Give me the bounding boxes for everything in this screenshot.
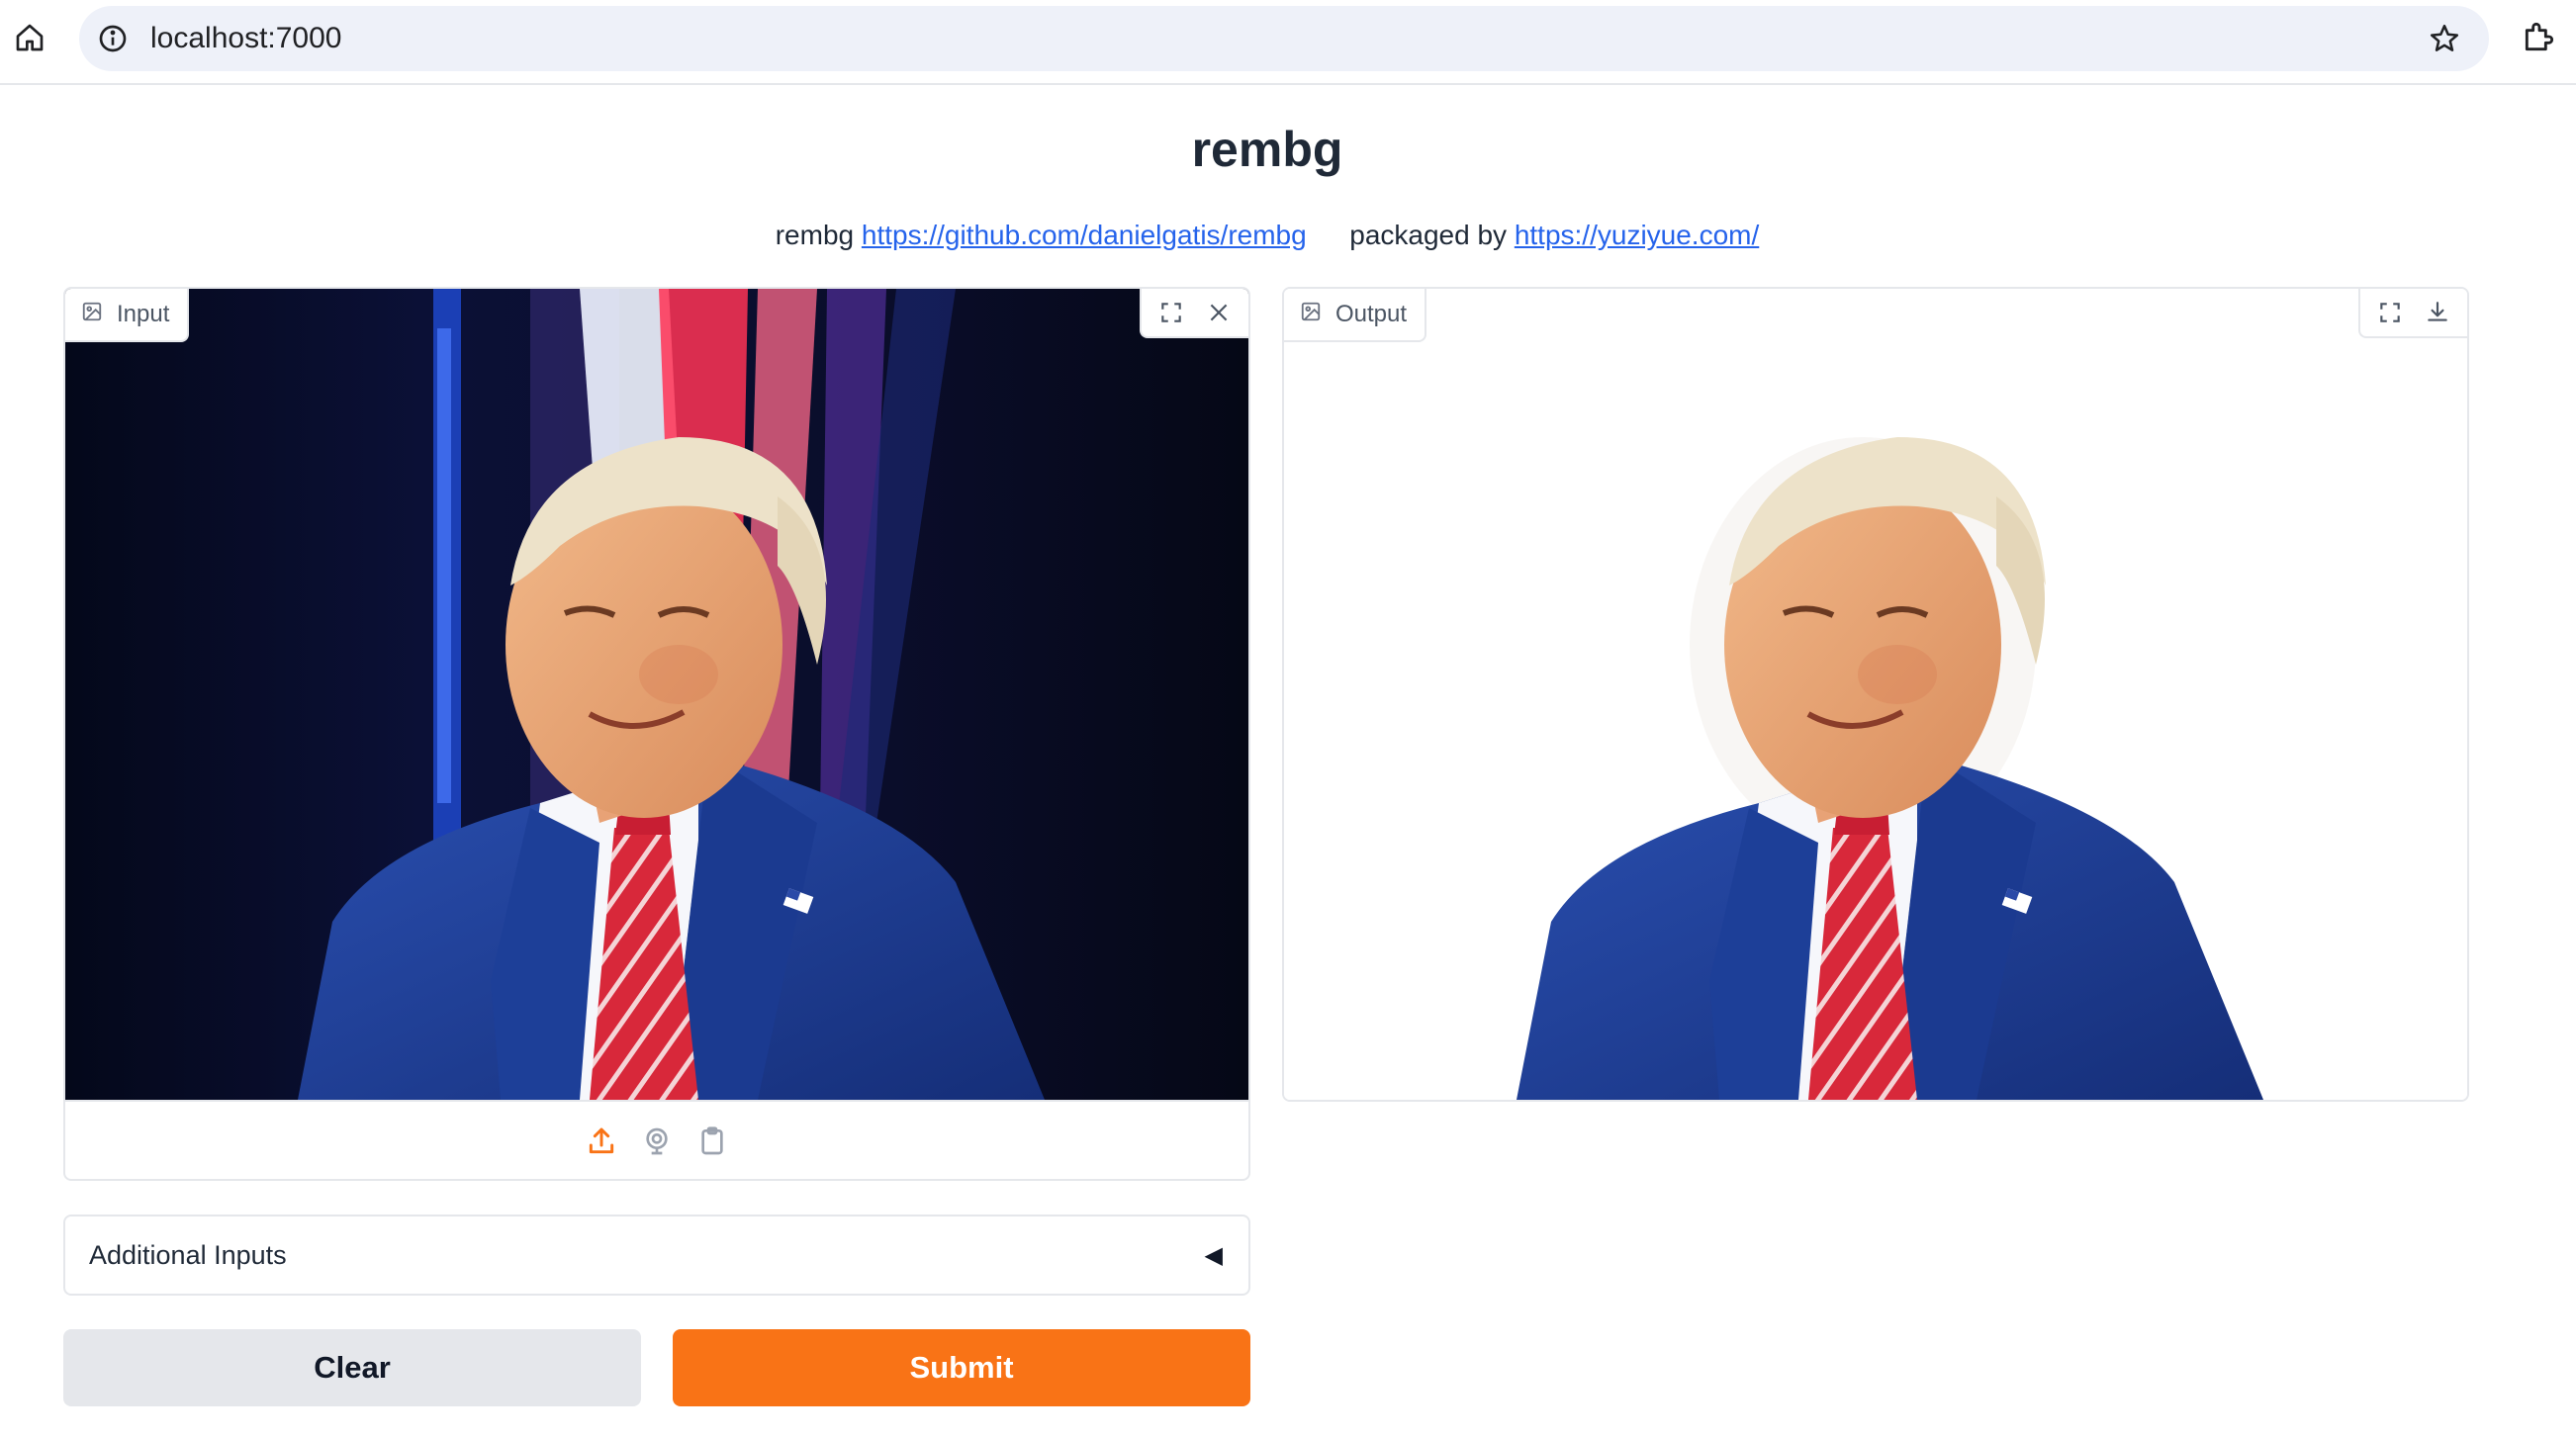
output-toolbar	[2358, 289, 2467, 338]
description-prefix: rembg	[775, 220, 855, 250]
clipboard-icon[interactable]	[692, 1122, 732, 1161]
fullscreen-icon[interactable]	[1150, 292, 1193, 333]
image-source-bar	[65, 1100, 1248, 1179]
output-image	[1284, 289, 2467, 1100]
home-icon[interactable]	[10, 18, 49, 57]
packaged-by-text: packaged by	[1349, 220, 1508, 250]
browser-toolbar: localhost:7000	[0, 0, 2576, 85]
input-label-badge: Input	[65, 289, 190, 342]
input-toolbar	[1140, 289, 1248, 338]
fullscreen-icon[interactable]	[2368, 292, 2412, 333]
page-description: rembg https://github.com/danielgatis/rem…	[0, 216, 2534, 255]
clear-button[interactable]: Clear	[63, 1329, 641, 1406]
download-icon[interactable]	[2416, 292, 2459, 333]
image-icon	[1300, 301, 1322, 329]
accordion-label: Additional Inputs	[89, 1239, 287, 1270]
output-image-panel: Output	[1282, 287, 2469, 1102]
input-image[interactable]	[65, 289, 1248, 1100]
page-title: rembg	[1191, 122, 1343, 177]
input-image-panel: Input	[63, 287, 1250, 1181]
site-info-icon[interactable]	[97, 23, 129, 54]
output-label-badge: Output	[1284, 289, 1427, 342]
address-bar[interactable]: localhost:7000	[79, 6, 2489, 71]
submit-button[interactable]: Submit	[673, 1329, 1250, 1406]
input-label: Input	[117, 301, 170, 327]
url-text[interactable]: localhost:7000	[150, 20, 341, 57]
close-icon[interactable]	[1197, 292, 1241, 333]
extensions-icon[interactable]	[2521, 18, 2560, 57]
caret-left-icon: ◀	[1204, 1241, 1223, 1269]
site-link[interactable]: https://yuziyue.com/	[1515, 220, 1759, 250]
additional-inputs-accordion[interactable]: Additional Inputs ◀	[63, 1215, 1250, 1296]
upload-icon[interactable]	[582, 1122, 621, 1161]
output-label: Output	[1335, 301, 1408, 327]
bookmark-star-icon[interactable]	[2428, 22, 2461, 55]
webcam-icon[interactable]	[637, 1122, 677, 1161]
image-icon	[81, 301, 103, 329]
repo-link[interactable]: https://github.com/danielgatis/rembg	[862, 220, 1307, 250]
